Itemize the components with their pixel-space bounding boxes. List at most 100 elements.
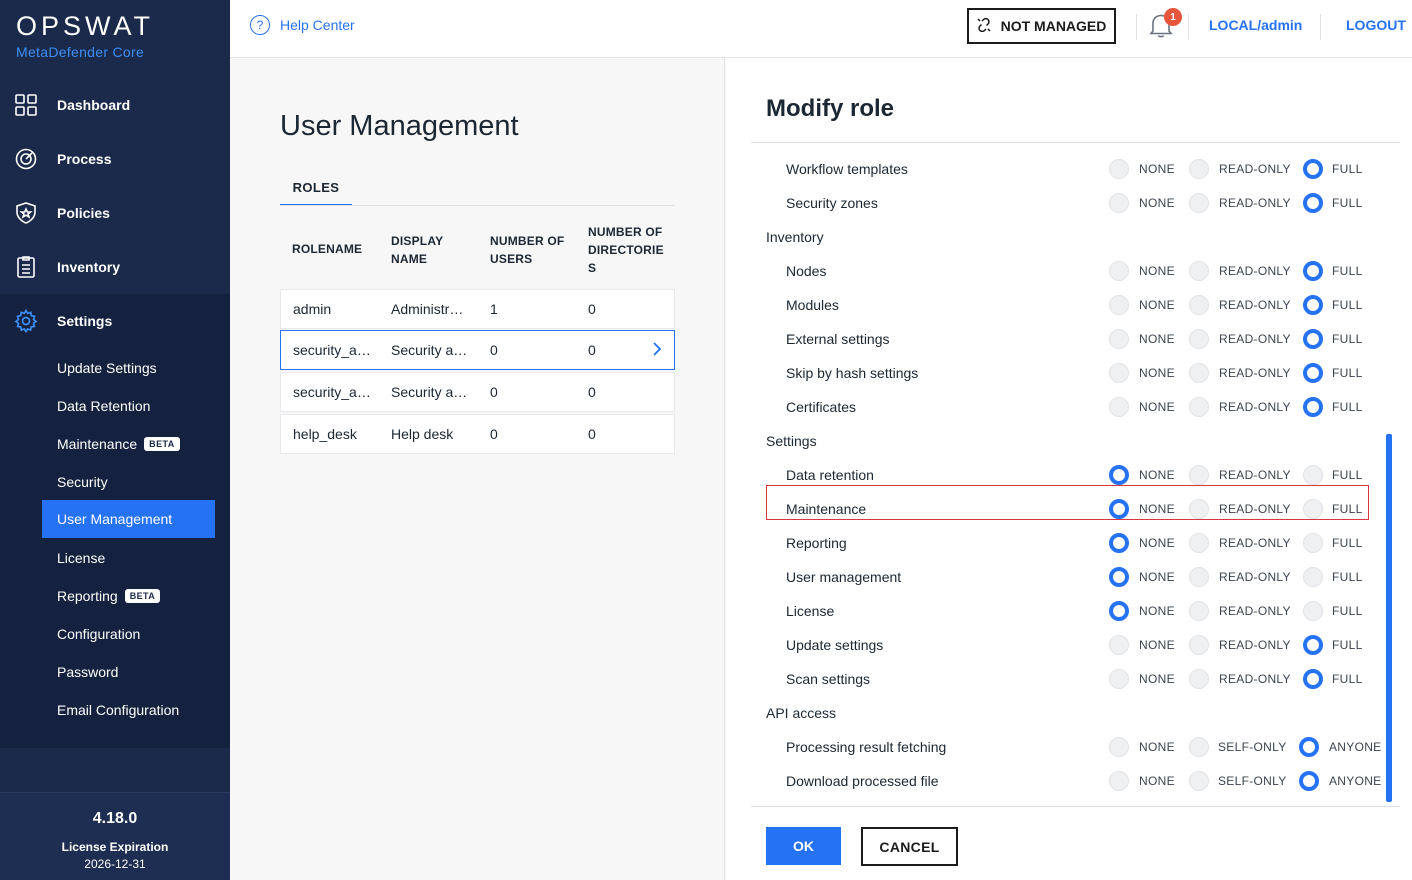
chevron-right-icon[interactable] [652, 341, 662, 362]
radio-update-settings-full[interactable] [1303, 635, 1323, 655]
notification-count-badge: 1 [1164, 8, 1182, 26]
submenu-data-retention[interactable]: Data Retention [42, 387, 215, 425]
radio-certificates-full[interactable] [1303, 397, 1323, 417]
radio-update-settings-none[interactable] [1109, 635, 1129, 655]
radio-download-processed-file-anyone[interactable] [1299, 771, 1319, 791]
radio-workflow-templates-full[interactable] [1303, 159, 1323, 179]
radio-external-settings-full[interactable] [1303, 329, 1323, 349]
submenu-update-settings[interactable]: Update Settings [42, 349, 215, 387]
nav-inventory[interactable]: Inventory [0, 240, 230, 294]
radio-label-none: NONE [1139, 638, 1175, 652]
table-row[interactable]: security_admin Security admin 0 0 [280, 330, 675, 370]
radio-scan-settings-full[interactable] [1303, 669, 1323, 689]
radio-data-retention-full[interactable] [1303, 465, 1323, 485]
radio-skip-by-hash-settings-read-only[interactable] [1189, 363, 1209, 383]
ok-button[interactable]: OK [766, 827, 841, 865]
radio-modules-full[interactable] [1303, 295, 1323, 315]
radio-nodes-none[interactable] [1109, 261, 1129, 281]
product-name: MetaDefender Core [16, 44, 145, 60]
column-header-number-of-directories[interactable]: NUMBER OF DIRECTORIES [588, 223, 670, 277]
radio-processing-result-fetching-self-only[interactable] [1189, 737, 1209, 757]
radio-label-full: FULL [1332, 332, 1363, 346]
radio-reporting-read-only[interactable] [1189, 533, 1209, 553]
radio-download-processed-file-self-only[interactable] [1189, 771, 1209, 791]
radio-security-zones-none[interactable] [1109, 193, 1129, 213]
help-center-label: Help Center [280, 17, 355, 33]
cell-number-of-users: 0 [490, 342, 498, 358]
radio-security-zones-full[interactable] [1303, 193, 1323, 213]
notifications-button[interactable]: 1 [1149, 8, 1182, 39]
radio-certificates-read-only[interactable] [1189, 397, 1209, 417]
nav-policies[interactable]: Policies [0, 186, 230, 240]
submenu-security[interactable]: Security [42, 463, 215, 501]
radio-skip-by-hash-settings-full[interactable] [1303, 363, 1323, 383]
radio-modules-none[interactable] [1109, 295, 1129, 315]
cell-rolename: help_desk [293, 426, 357, 442]
radio-external-settings-read-only[interactable] [1189, 329, 1209, 349]
radio-reporting-full[interactable] [1303, 533, 1323, 553]
nav-settings[interactable]: Settings [0, 294, 230, 348]
submenu-label: Update Settings [57, 360, 157, 376]
column-header-number-of-users[interactable]: NUMBER OF USERS [490, 232, 576, 268]
policies-icon [14, 201, 38, 225]
table-row[interactable]: security_auditor Security auditor 0 0 [280, 372, 675, 412]
not-managed-button[interactable]: NOT MANAGED [967, 8, 1116, 44]
unlink-icon [977, 17, 991, 35]
radio-data-retention-read-only[interactable] [1189, 465, 1209, 485]
radio-processing-result-fetching-none[interactable] [1109, 737, 1129, 757]
permission-label-workflow-templates: Workflow templates [786, 161, 908, 177]
nav-label: Process [57, 151, 112, 167]
radio-scan-settings-read-only[interactable] [1189, 669, 1209, 689]
radio-download-processed-file-none[interactable] [1109, 771, 1129, 791]
user-account-link[interactable]: LOCAL/admin [1209, 17, 1302, 33]
radio-security-zones-read-only[interactable] [1189, 193, 1209, 213]
radio-user-management-full[interactable] [1303, 567, 1323, 587]
nav-process[interactable]: Process [0, 132, 230, 186]
radio-workflow-templates-none[interactable] [1109, 159, 1129, 179]
permission-label-download-processed-file: Download processed file [786, 773, 939, 789]
radio-data-retention-none[interactable] [1109, 465, 1129, 485]
logout-link[interactable]: LOGOUT [1346, 17, 1406, 33]
scrollbar[interactable] [1386, 434, 1392, 802]
logo[interactable]: OPSWAT MetaDefender Core [16, 12, 154, 60]
radio-label-read-only: READ-ONLY [1219, 672, 1291, 686]
radio-external-settings-none[interactable] [1109, 329, 1129, 349]
radio-label-full: FULL [1332, 196, 1363, 210]
radio-certificates-none[interactable] [1109, 397, 1129, 417]
radio-label-none: NONE [1139, 298, 1175, 312]
radio-skip-by-hash-settings-none[interactable] [1109, 363, 1129, 383]
radio-nodes-full[interactable] [1303, 261, 1323, 281]
radio-user-management-read-only[interactable] [1189, 567, 1209, 587]
radio-nodes-read-only[interactable] [1189, 261, 1209, 281]
submenu-maintenance[interactable]: Maintenance BETA [42, 425, 215, 463]
radio-reporting-none[interactable] [1109, 533, 1129, 553]
radio-scan-settings-none[interactable] [1109, 669, 1129, 689]
radio-processing-result-fetching-anyone[interactable] [1299, 737, 1319, 757]
submenu-license[interactable]: License [42, 539, 215, 577]
permission-label-modules: Modules [786, 297, 839, 313]
radio-workflow-templates-read-only[interactable] [1189, 159, 1209, 179]
help-center-link[interactable]: ? Help Center [250, 15, 355, 35]
submenu-user-management[interactable]: User Management [42, 500, 215, 538]
radio-license-none[interactable] [1109, 601, 1129, 621]
table-row[interactable]: admin Administrator 1 0 [280, 289, 675, 329]
radio-update-settings-read-only[interactable] [1189, 635, 1209, 655]
submenu-password[interactable]: Password [42, 653, 215, 691]
submenu-label: Maintenance [57, 436, 138, 452]
column-header-rolename[interactable]: ROLENAME [292, 240, 362, 258]
table-row[interactable]: help_desk Help desk 0 0 [280, 414, 675, 454]
radio-user-management-none[interactable] [1109, 567, 1129, 587]
radio-modules-read-only[interactable] [1189, 295, 1209, 315]
header-divider [1320, 14, 1321, 40]
submenu-configuration[interactable]: Configuration [42, 615, 215, 653]
tab-roles[interactable]: ROLES [280, 176, 352, 206]
cell-display-name: Help desk [391, 426, 454, 442]
nav-dashboard[interactable]: Dashboard [0, 78, 230, 132]
permission-label-reporting: Reporting [786, 535, 847, 551]
radio-license-full[interactable] [1303, 601, 1323, 621]
column-header-display-name[interactable]: DISPLAY NAME [391, 232, 471, 268]
radio-license-read-only[interactable] [1189, 601, 1209, 621]
cancel-button[interactable]: CANCEL [861, 827, 958, 866]
submenu-email-configuration[interactable]: Email Configuration [42, 691, 215, 729]
submenu-reporting[interactable]: Reporting BETA [42, 577, 215, 615]
